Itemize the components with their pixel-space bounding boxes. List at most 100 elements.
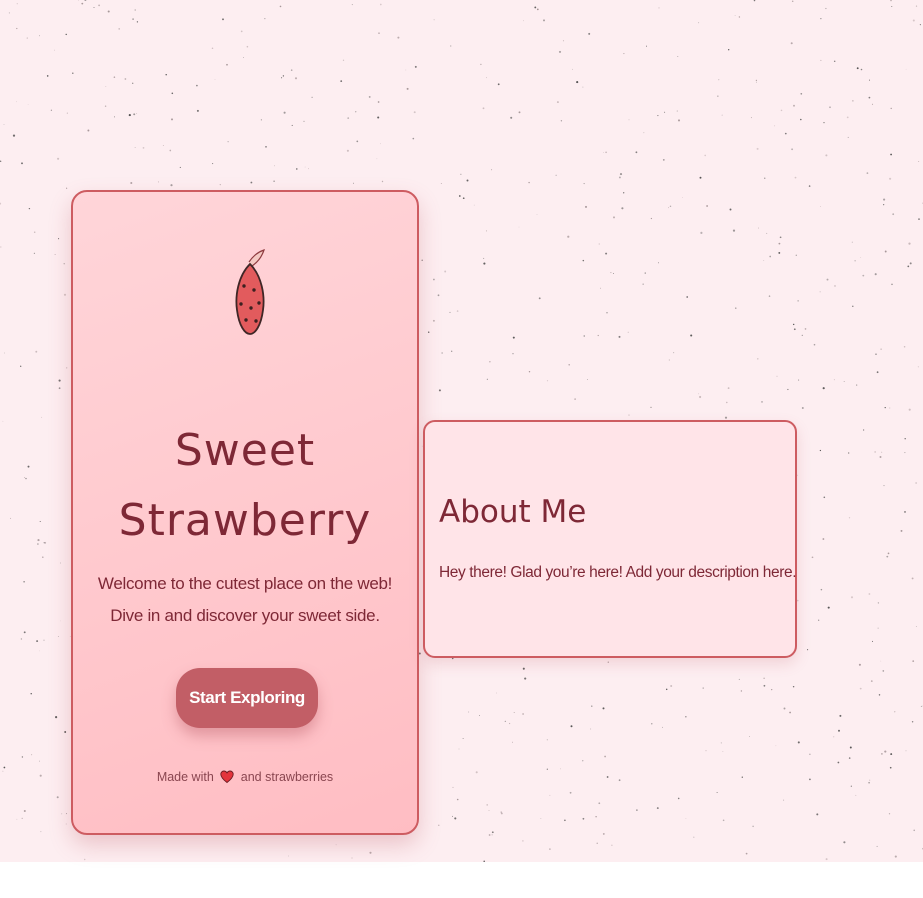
speckle-dot — [462, 737, 464, 739]
speckle-dot — [226, 63, 228, 66]
speckle-dot — [797, 300, 799, 302]
speckle-dot — [889, 407, 891, 409]
speckle-dot — [741, 776, 743, 778]
speckle-dot — [839, 714, 842, 717]
speckle-dot — [39, 774, 42, 777]
speckle-dot — [560, 768, 561, 770]
speckle-dot — [628, 414, 630, 416]
speckle-dot — [724, 416, 728, 419]
start-exploring-button[interactable]: Start Exploring — [176, 668, 318, 728]
speckle-dot — [16, 3, 18, 5]
speckle-dot — [421, 259, 423, 262]
speckle-dot — [808, 185, 811, 187]
speckle-dot — [21, 817, 23, 820]
speckle-dot — [918, 218, 920, 221]
speckle-dot — [619, 173, 623, 176]
speckle-dot — [496, 692, 497, 694]
speckle-dot — [441, 352, 443, 354]
speckle-dot — [726, 401, 728, 404]
speckle-dot — [775, 745, 777, 747]
speckle-dot — [795, 254, 797, 256]
speckle-dot — [889, 766, 892, 769]
speckle-dot — [757, 358, 759, 360]
speckle-dot — [560, 120, 563, 122]
speckle-dot — [829, 106, 831, 109]
speckle-dot — [27, 104, 29, 106]
speckle-dot — [716, 791, 718, 794]
speckle-dot — [58, 387, 61, 390]
speckle-dot — [368, 95, 371, 98]
speckle-dot — [890, 107, 892, 110]
speckle-dot — [886, 555, 889, 558]
speckle-dot — [823, 121, 825, 124]
footer-note: Made with and strawberries — [73, 767, 417, 790]
speckle-dot — [433, 278, 435, 281]
speckle-dot — [862, 274, 865, 277]
speckle-dot — [602, 707, 605, 710]
speckle-dot — [24, 476, 26, 479]
speckle-dot — [567, 235, 570, 238]
speckle-dot — [523, 20, 524, 22]
speckle-dot — [438, 389, 441, 392]
speckle-dot — [877, 627, 879, 629]
speckle-dot — [722, 751, 724, 752]
speckle-dot — [381, 180, 384, 183]
speckle-dot — [452, 815, 453, 817]
speckle-dot — [546, 380, 549, 382]
speckle-dot — [227, 141, 229, 143]
speckle-dot — [414, 65, 417, 68]
speckle-dot — [848, 757, 851, 759]
speckle-dot — [848, 452, 850, 454]
speckle-dot — [869, 779, 871, 781]
speckle-dot — [685, 817, 687, 819]
speckle-dot — [0, 202, 2, 205]
speckle-dot — [78, 0, 79, 1]
speckle-dot — [903, 346, 906, 348]
speckle-dot — [783, 707, 786, 710]
speckle-dot — [36, 640, 39, 643]
speckle-dot — [718, 79, 720, 81]
speckle-dot — [878, 694, 881, 696]
speckle-dot — [850, 596, 854, 599]
speckle-dot — [588, 32, 591, 35]
speckle-dot — [607, 661, 609, 663]
speckle-dot — [377, 101, 380, 103]
speckle-dot — [456, 310, 459, 312]
speckle-dot — [456, 798, 459, 801]
speckle-dot — [427, 331, 430, 333]
speckle-dot — [308, 168, 309, 170]
speckle-dot — [823, 496, 826, 499]
speckle-dot — [37, 543, 39, 545]
speckle-dot — [755, 81, 757, 83]
speckle-dot — [862, 429, 865, 431]
speckle-dot — [64, 731, 67, 733]
speckle-dot — [107, 10, 110, 13]
speckle-dot — [214, 79, 216, 80]
speckle-dot — [668, 359, 670, 361]
speckle-dot — [179, 166, 181, 168]
speckle-dot — [852, 305, 854, 308]
speckle-dot — [636, 809, 638, 811]
speckle-dot — [664, 111, 666, 113]
speckle-dot — [783, 799, 785, 801]
title-line-2: Strawberry — [118, 495, 372, 546]
speckle-dot — [855, 794, 857, 796]
speckle-dot — [466, 179, 469, 182]
speckle-dot — [46, 75, 49, 77]
speckle-dot — [778, 251, 781, 254]
speckle-dot — [16, 27, 18, 30]
speckle-dot — [816, 813, 819, 816]
speckle-dot — [888, 813, 891, 815]
heart-icon — [220, 770, 234, 790]
speckle-dot — [880, 752, 883, 755]
speckle-dot — [650, 406, 652, 409]
speckle-dot — [488, 810, 490, 811]
speckle-dot — [699, 395, 702, 399]
speckle-dot — [778, 242, 781, 245]
speckle-dot — [133, 113, 136, 116]
speckle-dot — [780, 109, 783, 112]
speckle-dot — [355, 111, 357, 113]
speckle-dot — [890, 153, 892, 156]
speckle-dot — [657, 115, 659, 117]
speckle-dot — [351, 857, 353, 859]
